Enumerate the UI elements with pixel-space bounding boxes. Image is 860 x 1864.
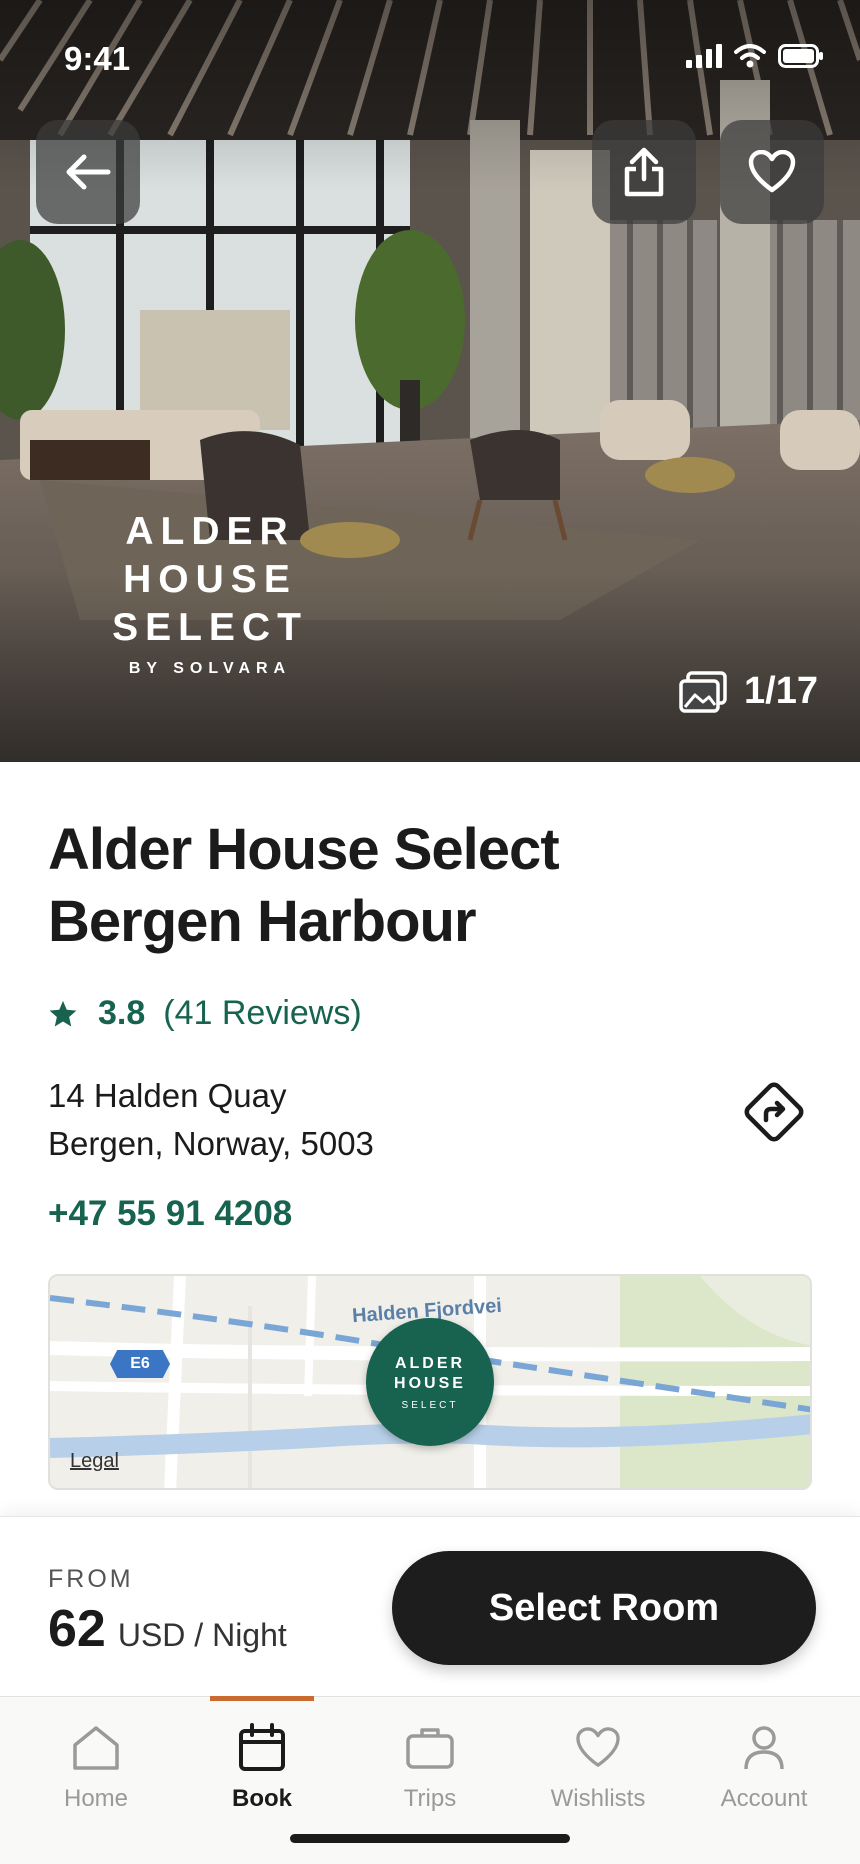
map-legal-link[interactable]: Legal	[70, 1450, 119, 1473]
home-indicator	[290, 1834, 570, 1843]
rating-row[interactable]: 3.8 (41 Reviews)	[48, 994, 362, 1033]
photo-counter[interactable]: 1/17	[678, 670, 818, 713]
home-icon	[73, 1726, 119, 1770]
heart-icon	[576, 1727, 620, 1767]
arrow-left-icon	[66, 154, 111, 190]
phone-link[interactable]: +47 55 91 4208	[48, 1194, 292, 1234]
tab-account[interactable]: Account	[680, 1697, 848, 1817]
person-icon	[744, 1726, 784, 1770]
from-label: FROM	[48, 1565, 134, 1593]
tab-book[interactable]: Book	[178, 1697, 346, 1817]
status-time: 9:41	[64, 40, 131, 77]
tab-home[interactable]: Home	[12, 1697, 180, 1817]
star-icon	[49, 1000, 77, 1026]
hotel-address: 14 Halden Quay Bergen, Norway, 5003	[48, 1077, 374, 1162]
select-room-button[interactable]: Select Room	[392, 1551, 816, 1665]
hero-photo[interactable]: 9:41 ALDER HOUSE SELECT BY SOLVARA 1/17	[0, 0, 860, 762]
hotel-map-pin[interactable]: ALDER HOUSE SELECT	[366, 1318, 494, 1446]
price: 62 USD / Night	[48, 1599, 287, 1659]
battery-icon	[778, 44, 823, 68]
back-button[interactable]	[36, 120, 140, 224]
share-button[interactable]	[592, 120, 696, 224]
location-map[interactable]: Halden Fjordvei E6 ALDER HOUSE SELECT Le…	[48, 1274, 812, 1490]
favorite-button[interactable]	[720, 120, 824, 224]
booking-bar: FROM 62 USD / Night Select Room	[0, 1516, 860, 1696]
briefcase-icon	[406, 1728, 454, 1769]
gallery-icon	[679, 670, 727, 713]
wifi-icon	[734, 44, 766, 68]
directions-button[interactable]	[738, 1076, 810, 1148]
price-amount: 62	[48, 1600, 106, 1658]
directions-icon	[744, 1082, 804, 1142]
status-icons	[686, 44, 824, 68]
hotel-brand-logo: ALDER HOUSE SELECT BY SOLVARA	[112, 510, 308, 677]
route-shield: E6	[110, 1350, 170, 1378]
share-icon	[624, 147, 664, 197]
tab-trips[interactable]: Trips	[346, 1697, 514, 1817]
reviews-link[interactable]: (41 Reviews)	[163, 994, 361, 1033]
status-bar: 9:41	[0, 0, 860, 120]
heart-icon	[748, 150, 796, 193]
signal-icon	[686, 44, 722, 68]
photo-counter-text: 1/17	[744, 670, 818, 712]
active-tab-indicator	[210, 1696, 314, 1701]
price-unit: USD / Night	[117, 1617, 287, 1653]
hotel-name: Alder House Select Bergen Harbour	[48, 817, 560, 954]
tab-wishlists[interactable]: Wishlists	[514, 1697, 682, 1817]
calendar-icon	[239, 1723, 285, 1771]
rating-score: 3.8	[98, 994, 146, 1032]
